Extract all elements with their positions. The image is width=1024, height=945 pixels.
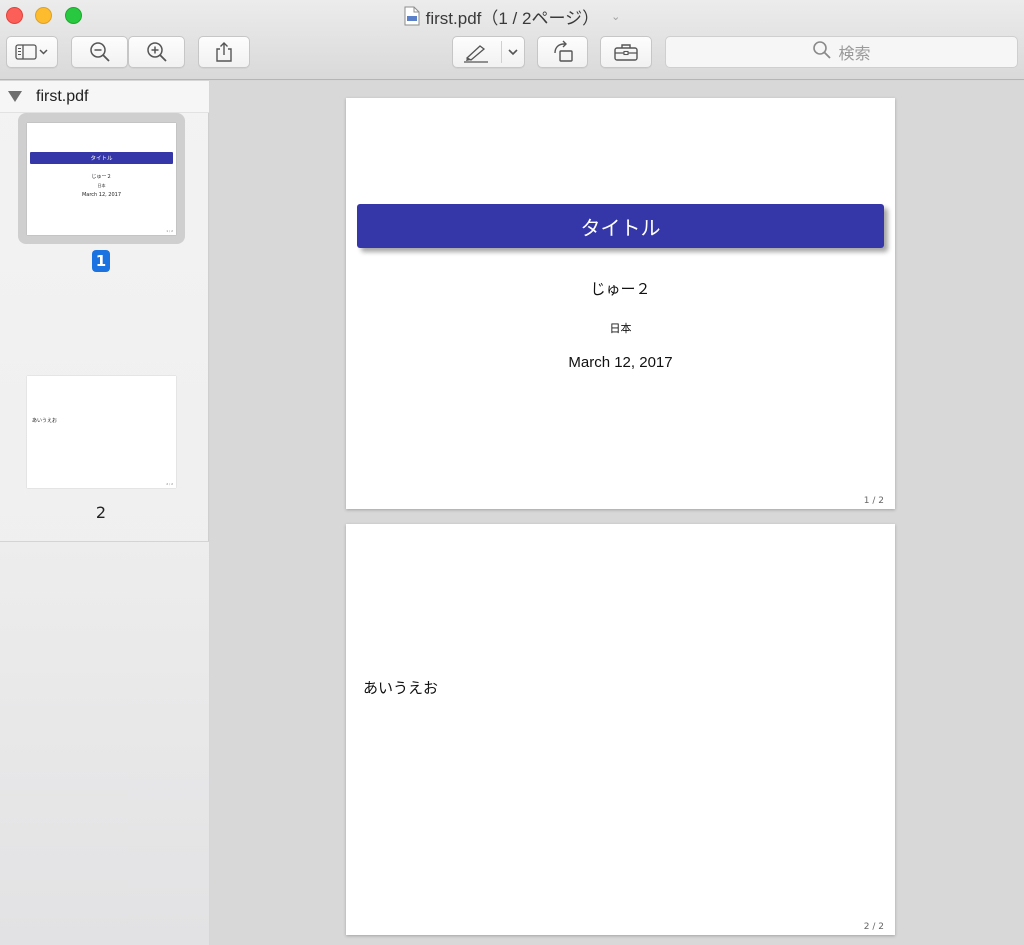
share-icon: [214, 41, 234, 63]
slide-author: じゅー２: [590, 280, 651, 298]
sidebar-icon: [14, 43, 50, 61]
disclosure-triangle-icon[interactable]: [8, 91, 22, 102]
thumbnail-body-text: あいうえお: [32, 418, 58, 424]
sidebar-file-name: first.pdf: [36, 87, 89, 105]
pdf-document-icon: [404, 6, 420, 26]
thumbnail-author: じゅー２: [91, 174, 112, 180]
document-page-2: あいうえお 2 / 2: [346, 524, 895, 935]
thumbnail-label-1: 1: [92, 250, 110, 272]
thumbnail-label-2: 2: [95, 503, 107, 522]
zoom-out-button[interactable]: [71, 36, 128, 68]
toolbox-button[interactable]: [600, 36, 652, 68]
slide-title-block: タイトル: [357, 204, 884, 248]
page-thumbnail-2[interactable]: あいうえお 2 / 2: [27, 376, 176, 488]
window-toolbar: first.pdf（1 / 2ページ） ⌄ 検索: [0, 0, 1024, 80]
slide-institute: 日本: [609, 322, 632, 335]
page-thumbnail-1[interactable]: タイトル じゅー２ 日本 March 12, 2017 1 / 2: [27, 123, 176, 235]
share-button[interactable]: [198, 36, 250, 68]
rotate-left-icon: [551, 40, 575, 64]
rotate-button[interactable]: [537, 36, 588, 68]
chevron-down-icon[interactable]: [506, 47, 520, 57]
markup-button[interactable]: [452, 36, 525, 68]
thumbnail-title-block: タイトル: [30, 152, 173, 164]
window-title-bar: first.pdf（1 / 2ページ） ⌄: [0, 4, 1024, 28]
zoom-in-button[interactable]: [128, 36, 185, 68]
thumbnail-page-number: 2 / 2: [166, 482, 173, 486]
zoom-in-icon: [146, 41, 168, 63]
window-title: first.pdf（1 / 2ページ）: [425, 8, 600, 28]
pen-icon: [463, 43, 489, 63]
sidebar-document-header[interactable]: first.pdf: [0, 81, 209, 113]
slide-page-number: 2 / 2: [863, 922, 884, 932]
sidebar-empty-area: [0, 542, 209, 945]
chevron-down-icon[interactable]: ⌄: [611, 10, 620, 23]
zoom-out-icon: [89, 41, 111, 63]
thumbnail-date: March 12, 2017: [81, 192, 122, 198]
search-field[interactable]: 検索: [665, 36, 1018, 68]
document-view[interactable]: タイトル じゅー２ 日本 March 12, 2017 1 / 2 あいうえお …: [210, 81, 1024, 945]
slide-body-text: あいうえお: [363, 679, 439, 697]
slide-date: March 12, 2017: [568, 354, 673, 371]
toolbox-icon: [613, 42, 639, 62]
sidebar-view-button[interactable]: [6, 36, 58, 68]
thumbnail-sidebar: first.pdf タイトル じゅー２ 日本 March 12, 2017 1 …: [0, 81, 209, 945]
search-placeholder: 検索: [838, 44, 871, 63]
thumbnail-institute: 日本: [97, 183, 106, 188]
thumbnail-page-number: 1 / 2: [166, 229, 173, 233]
slide-page-number: 1 / 2: [863, 496, 884, 506]
document-page-1: タイトル じゅー２ 日本 March 12, 2017 1 / 2: [346, 98, 895, 509]
search-icon: [812, 40, 832, 64]
